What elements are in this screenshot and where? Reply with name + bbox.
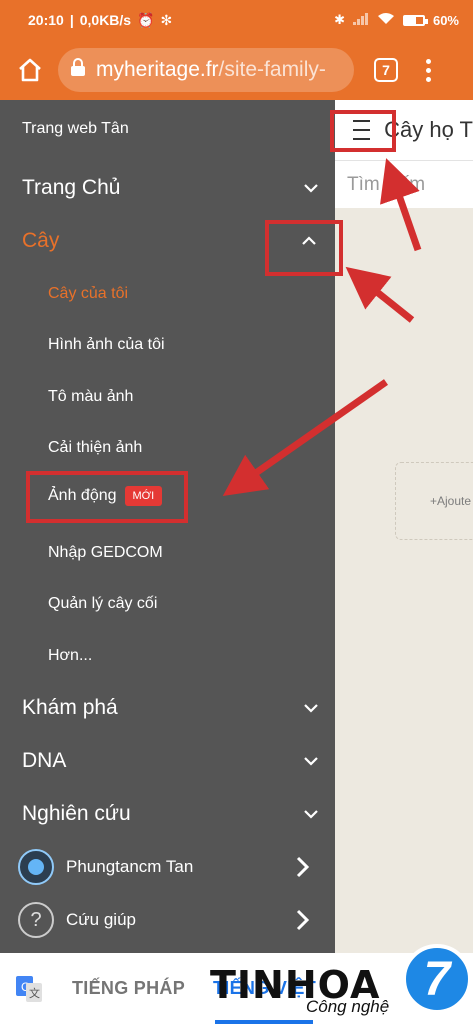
- chevron-down-icon: [304, 704, 318, 713]
- fan-icon: ✻: [160, 11, 173, 28]
- help-row[interactable]: ? Cứu giúp: [18, 900, 328, 940]
- profile-row[interactable]: Phungtancm Tan: [18, 847, 328, 887]
- sub-item-enhance[interactable]: Cải thiện ảnh: [48, 439, 142, 457]
- highlight-box-hamburger: [330, 110, 396, 152]
- sub-item-more[interactable]: Hơn...: [48, 647, 92, 665]
- nav-item-research[interactable]: Nghiên cứu: [0, 788, 335, 840]
- nav-item-dna[interactable]: DNA: [0, 735, 335, 787]
- nav-item-label: Trang Chủ: [22, 176, 121, 199]
- home-icon: [19, 58, 41, 82]
- highlight-box-animate: [26, 471, 188, 523]
- sub-item-colorize[interactable]: Tô màu ảnh: [48, 388, 133, 406]
- help-label: Cứu giúp: [66, 910, 136, 929]
- watermark-logo: 7: [402, 944, 472, 1014]
- site-name[interactable]: Trang web Tân: [22, 120, 129, 138]
- wifi-icon: [377, 12, 395, 28]
- nav-item-label: Cây: [22, 229, 60, 252]
- status-time: 20:10: [28, 12, 64, 28]
- highlight-box-chevron: [265, 220, 343, 276]
- battery-percent: 60%: [432, 12, 459, 28]
- chevron-down-icon: [304, 757, 318, 766]
- url-host: myheritage.fr: [96, 58, 219, 81]
- sub-item-my-tree[interactable]: Cây của tôi: [48, 285, 128, 303]
- sub-item-import-gedcom[interactable]: Nhập GEDCOM: [48, 544, 163, 562]
- status-right: ✱ 60%: [334, 12, 459, 28]
- help-icon: ?: [18, 902, 54, 938]
- nav-item-label: DNA: [22, 749, 67, 772]
- svg-text:文: 文: [29, 986, 40, 1000]
- watermark-tagline: Công nghệ: [306, 997, 390, 1016]
- nav-item-label: Nghiên cứu: [22, 802, 131, 825]
- page-title: Cây họ T: [384, 117, 473, 142]
- status-speed: 0,0KB/s: [79, 12, 132, 28]
- nav-item-home[interactable]: Trang Chủ: [0, 162, 335, 214]
- alarm-icon: ⏰: [137, 11, 155, 28]
- status-left: 20:10 | 0,0KB/s ⏰ ✻: [28, 11, 173, 29]
- profile-name: Phungtancm Tan: [66, 857, 194, 876]
- search-input[interactable]: Tìm kiếm: [335, 160, 473, 208]
- signal-icon: [352, 12, 369, 28]
- url-bar[interactable]: myheritage.fr/site-family-: [58, 48, 354, 92]
- chevron-right-icon: [296, 909, 310, 931]
- battery-icon: [402, 14, 428, 26]
- nav-item-label: Khám phá: [22, 696, 118, 719]
- lock-icon: [70, 57, 86, 83]
- sub-item-my-photos[interactable]: Hình ảnh của tôi: [48, 336, 165, 354]
- tab-switcher-button[interactable]: 7: [374, 58, 398, 82]
- home-button[interactable]: [10, 50, 50, 90]
- google-translate-icon[interactable]: G文: [16, 975, 42, 1002]
- status-bar: 20:10 | 0,0KB/s ⏰ ✻ ✱ 60%: [0, 0, 473, 40]
- avatar: [18, 849, 54, 885]
- chevron-down-icon: [304, 184, 318, 193]
- main-content: Cây họ T Tìm kiếm +Ajoute: [335, 100, 473, 953]
- sub-item-manage-trees[interactable]: Quản lý cây cối: [48, 595, 157, 613]
- add-person-card[interactable]: +Ajoute: [395, 462, 473, 540]
- browser-toolbar: myheritage.fr/site-family- 7: [0, 40, 473, 100]
- url-path: /site-family-: [218, 58, 326, 81]
- nav-item-discover[interactable]: Khám phá: [0, 682, 335, 734]
- bluetooth-icon: ✱: [334, 12, 345, 27]
- chevron-down-icon: [304, 810, 318, 819]
- tab-source-language[interactable]: TIẾNG PHÁP: [72, 978, 185, 999]
- chevron-right-icon: [296, 856, 310, 878]
- browser-menu-button[interactable]: [418, 55, 438, 85]
- active-tab-indicator: [215, 1020, 313, 1024]
